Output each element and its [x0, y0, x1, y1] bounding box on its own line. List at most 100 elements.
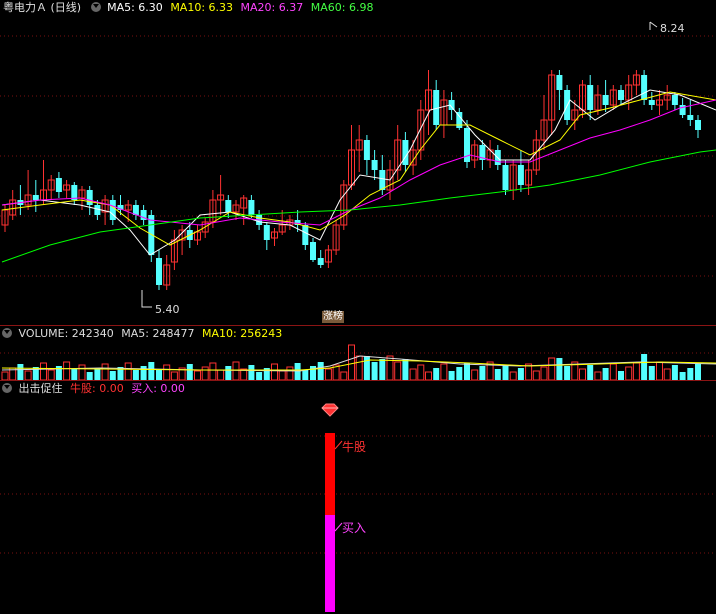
- volume-bar: [641, 354, 648, 380]
- candle-body: [317, 258, 324, 265]
- volume-bar: [278, 370, 286, 380]
- volume-bar: [17, 364, 24, 380]
- volume-bar: [532, 370, 540, 380]
- candle-body: [587, 85, 594, 110]
- volume-bar: [148, 362, 155, 380]
- volume-bar: [271, 363, 278, 380]
- indicator-chart[interactable]: [0, 381, 716, 614]
- volume-bar: [186, 364, 193, 380]
- volume-panel[interactable]: VOLUME: 242340 MA5: 248477 MA10: 256243: [0, 326, 716, 380]
- volume-bar: [379, 359, 386, 380]
- volume-bar: [648, 366, 655, 380]
- indicator-header: 出击促住 牛股: 0.00 买入: 0.00: [0, 381, 185, 397]
- mairu-label: 买入: [342, 521, 367, 535]
- volume-bar: [695, 364, 701, 380]
- candlestick-chart[interactable]: [0, 0, 716, 325]
- price-header: 粤电力Ａ (日线) MA5: 6.30 MA10: 6.33 MA20: 6.3…: [0, 0, 373, 16]
- candle-body: [86, 190, 93, 205]
- volume-bar: [456, 367, 463, 380]
- candle-body: [225, 200, 232, 212]
- ma60-value: MA60: 6.98: [310, 1, 374, 14]
- volume-bar: [564, 366, 571, 380]
- volume-bar: [1, 371, 9, 380]
- indicator-menu-icon[interactable]: [2, 383, 12, 393]
- candle-body: [517, 165, 524, 185]
- volume-bar: [132, 370, 139, 380]
- volume-bar: [509, 371, 517, 380]
- candle-body: [156, 258, 162, 285]
- niugu-value: 牛股: 0.00: [70, 382, 124, 395]
- candle-body: [502, 165, 509, 190]
- low-price-label: 5.40: [155, 303, 180, 316]
- volume-bar: [587, 365, 594, 380]
- niugu-bar: [325, 433, 335, 515]
- candle-body: [556, 75, 563, 90]
- candle-body: [402, 140, 409, 165]
- volume-bar: [225, 366, 232, 380]
- volume-bar: [663, 368, 671, 380]
- candle-body: [55, 178, 62, 192]
- volume-header: VOLUME: 242340 MA5: 248477 MA10: 256243: [0, 326, 282, 342]
- volume-bar: [294, 363, 301, 380]
- volume-bar: [86, 372, 93, 380]
- candle-body: [695, 120, 701, 130]
- volume-bar: [63, 361, 71, 380]
- volume-bar: [324, 368, 332, 380]
- ma20-value: MA20: 6.37: [240, 1, 304, 14]
- volume-bar: [448, 371, 455, 380]
- volume-value: VOLUME: 242340: [18, 327, 114, 340]
- volume-bar: [71, 369, 78, 380]
- volume-bar: [402, 359, 409, 380]
- volume-bar: [494, 369, 501, 380]
- main-indicator-menu-icon[interactable]: [90, 2, 101, 12]
- price-panel[interactable]: 粤电力Ａ (日线) MA5: 6.30 MA10: 6.33 MA20: 6.3…: [0, 0, 716, 325]
- candle-body: [641, 75, 648, 100]
- volume-bar: [425, 371, 432, 380]
- volume-bar: [348, 344, 355, 380]
- indicator-panel[interactable]: 出击促住 牛股: 0.00 买入: 0.00 牛股 买入: [0, 381, 716, 614]
- volume-bar: [194, 370, 201, 380]
- volume-bar: [156, 369, 162, 380]
- volume-bar: [371, 362, 378, 380]
- diamond-icon: [321, 403, 339, 417]
- volume-bar: [556, 358, 563, 380]
- volume-bar: [256, 372, 263, 380]
- candle-body: [648, 100, 655, 105]
- volume-bar: [24, 370, 32, 380]
- volume-bar: [632, 362, 640, 380]
- volume-bar: [217, 369, 225, 380]
- candle-body: [602, 95, 609, 105]
- volume-bar: [579, 368, 586, 380]
- volume-bar: [340, 371, 348, 380]
- volume-bar: [101, 363, 109, 380]
- stock-title: 粤电力Ａ (日线): [3, 1, 82, 14]
- candle-body: [687, 115, 694, 120]
- volume-bar: [248, 365, 255, 380]
- volume-bar: [40, 362, 47, 380]
- volume-ma5: MA5: 248477: [121, 327, 195, 340]
- volume-bar: [394, 361, 402, 380]
- volume-bar: [47, 369, 55, 380]
- volume-bar: [409, 368, 417, 380]
- volume-bar: [656, 361, 663, 380]
- volume-bar: [602, 368, 609, 380]
- candle-body: [618, 90, 624, 100]
- volume-bar: [679, 372, 686, 380]
- volume-bar: [540, 366, 548, 380]
- ma5-value: MA5: 6.30: [107, 1, 163, 14]
- volume-bar: [317, 362, 324, 380]
- high-price-label: 8.24: [660, 22, 685, 35]
- volume-bar: [109, 371, 116, 380]
- event-tag[interactable]: 涨榜: [322, 311, 344, 323]
- volume-bar: [355, 355, 363, 380]
- volume-menu-icon[interactable]: [2, 328, 12, 338]
- volume-bar: [417, 364, 425, 380]
- indicator-name: 出击促住: [18, 382, 63, 395]
- volume-bar: [286, 366, 294, 380]
- niugu-label: 牛股: [342, 440, 367, 454]
- niugu-pointer: [334, 440, 343, 450]
- volume-bar: [594, 371, 602, 380]
- volume-bar: [124, 362, 132, 380]
- diamond-shape: [321, 403, 339, 417]
- candle-body: [363, 140, 370, 160]
